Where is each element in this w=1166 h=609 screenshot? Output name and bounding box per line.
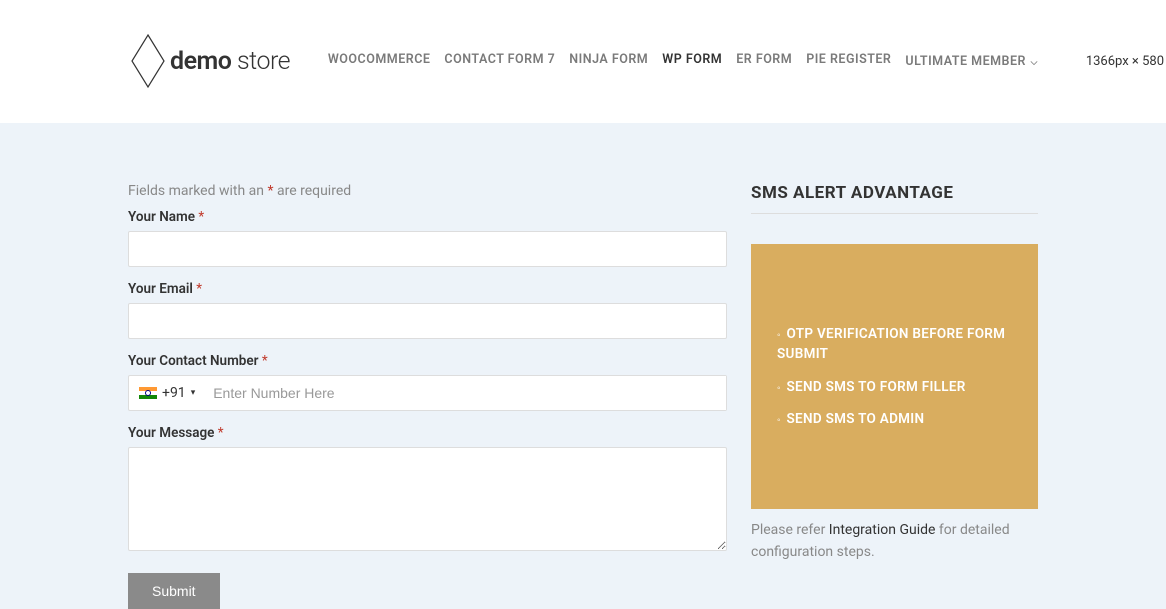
message-textarea[interactable] <box>128 447 727 551</box>
advantage-item-sms-admin: ◦ SEND SMS TO ADMIN <box>777 409 1012 429</box>
india-flag-icon <box>139 387 157 399</box>
phone-label: Your Contact Number * <box>128 353 727 369</box>
sidebar-title: SMS ALERT ADVANTAGE <box>751 183 1038 214</box>
integration-guide-note: Please refer Integration Guide for detai… <box>751 519 1038 564</box>
email-label: Your Email * <box>128 281 727 297</box>
logo-diamond-icon <box>128 41 168 81</box>
nav-pie-register[interactable]: PIE REGISTER <box>806 52 891 71</box>
phone-input[interactable] <box>203 376 726 410</box>
caret-down-icon: ▾ <box>191 388 196 398</box>
name-input[interactable] <box>128 231 727 267</box>
dimensions-label: 1366px × 580 <box>1086 54 1164 69</box>
message-field-group: Your Message * <box>128 425 727 555</box>
required-fields-note: Fields marked with an * are required <box>128 183 727 199</box>
site-logo[interactable]: demo store <box>128 41 290 81</box>
main-content: Fields marked with an * are required You… <box>0 123 1166 609</box>
integration-guide-link[interactable]: Integration Guide <box>829 522 936 538</box>
nav-ultimate-member: ULTIMATE MEMBER <box>905 54 1026 69</box>
name-label: Your Name * <box>128 209 727 225</box>
email-field-group: Your Email * <box>128 281 727 339</box>
country-code-text: +91 <box>162 385 186 401</box>
chevron-down-icon <box>1030 52 1038 71</box>
sidebar: SMS ALERT ADVANTAGE ◦ OTP VERIFICATION B… <box>751 183 1038 609</box>
advantage-box: ◦ OTP VERIFICATION BEFORE FORM SUBMIT ◦ … <box>751 244 1038 509</box>
site-header: demo store WOOCOMMERCE CONTACT FORM 7 NI… <box>0 0 1166 123</box>
advantage-item-sms-filler: ◦ SEND SMS TO FORM FILLER <box>777 377 1012 397</box>
contact-form: Fields marked with an * are required You… <box>128 183 727 609</box>
message-label: Your Message * <box>128 425 727 441</box>
nav-ultimate-member-wrapper[interactable]: ULTIMATE MEMBER <box>905 52 1038 71</box>
nav-wp-form[interactable]: WP FORM <box>662 52 722 71</box>
logo-text: demo store <box>170 47 290 76</box>
country-code-selector[interactable]: +91 ▾ <box>129 376 203 410</box>
phone-field-group: Your Contact Number * +91 ▾ <box>128 353 727 411</box>
main-nav: WOOCOMMERCE CONTACT FORM 7 NINJA FORM WP… <box>328 52 1038 71</box>
nav-ninja-form[interactable]: NINJA FORM <box>569 52 648 71</box>
nav-contact-form-7[interactable]: CONTACT FORM 7 <box>444 52 555 71</box>
nav-er-form[interactable]: ER FORM <box>736 52 792 71</box>
advantage-item-otp: ◦ OTP VERIFICATION BEFORE FORM SUBMIT <box>777 324 1012 365</box>
submit-button[interactable]: Submit <box>128 573 220 609</box>
email-input[interactable] <box>128 303 727 339</box>
nav-woocommerce[interactable]: WOOCOMMERCE <box>328 52 431 71</box>
phone-input-wrapper: +91 ▾ <box>128 375 727 411</box>
name-field-group: Your Name * <box>128 209 727 267</box>
